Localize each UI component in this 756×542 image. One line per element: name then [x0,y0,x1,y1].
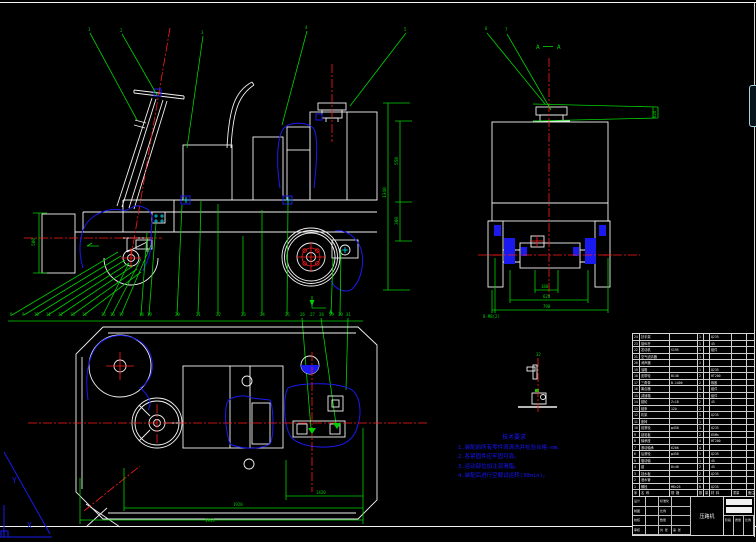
ucs-icon [0,452,52,537]
dimension-text: 550 [394,157,400,165]
dimension-text: A [557,44,561,51]
title-block: 设计标准化制图比例校核数量审核共 张第 张 压路机 阶段质量比例 [632,496,755,536]
balloon-number: 25 [285,312,290,317]
dimension-text: A [536,44,540,51]
drawing-title: 压路机 [691,497,724,535]
balloon-number: 20 [175,312,180,317]
cad-drawing-canvas: AAA50013405503008281806207988-M8(2)14201… [0,0,756,542]
balloon-number: 26 [300,312,305,317]
top-view [28,327,428,527]
side-view [8,28,406,429]
balloon-number: 5 [404,27,407,32]
company-name-bar [726,499,752,505]
dimension-text: 8-M8(2) [483,314,500,319]
title-block-cell: 制图 [633,507,646,517]
balloon-number: 24 [260,312,265,317]
title-block-cell [672,516,691,526]
balloon-number: 18 [139,312,144,317]
title-block-mini-cell: 阶段 [724,516,734,535]
dimension-text: 180 [541,284,549,289]
notes-title: 技术要求 [458,433,570,443]
title-block-cell: 校核 [633,516,646,526]
balloon-number: 1 [88,27,91,32]
dimension-text: 798 [543,304,551,309]
front-view [383,33,658,313]
balloon-number: 30 [338,312,343,317]
dimension-text: 828 [652,110,657,118]
dimension-text: 1340 [382,187,388,198]
title-block-cell [646,507,659,517]
balloon-number: 4 [305,25,308,30]
balloon-number: 32 [536,352,541,357]
dimension-text: 1920 [233,502,243,507]
title-block-cell: 审核 [633,526,646,536]
title-block-right: 阶段质量比例 [724,497,754,535]
dimension-text: 500 [31,238,37,246]
balloon-number: 29 [329,312,334,317]
bom-rows: 24扶手架1Q23523操纵杆14522发动机S1951组件21空气滤清器120… [633,334,754,490]
balloon-number: 16 [110,312,115,317]
balloon-number: 10 [34,312,39,317]
balloon-number: 14 [82,312,87,317]
balloon-number: 15 [101,312,106,317]
balloon-number: 17 [119,312,124,317]
balloon-number: 7 [505,27,508,32]
title-block-cell: 数量 [659,516,672,526]
balloon-number: 3 [201,30,204,35]
title-block-mini-cell: 比例 [744,516,754,535]
technical-notes: 技术要求 1.装配前所有零件须清洗并检验合格-mm。2.各紧固件应牢固可靠。3.… [458,433,570,482]
title-block-cell: 共 张 [659,526,672,536]
balloon-number: 22 [216,312,221,317]
title-block-mini-cells: 阶段质量比例 [724,515,754,535]
balloon-number: 23 [241,312,246,317]
dimension-text: Y [12,476,17,485]
drawing-number-bar [726,507,752,513]
title-block-cell: 设计 [633,497,646,507]
notes-lines: 1.装配前所有零件须清洗并检验合格-mm。2.各紧固件应牢固可靠。3.运动部位加… [458,444,570,482]
note-line: 1.装配前所有零件须清洗并检验合格-mm。 [458,444,570,454]
balloon-number: 6 [485,26,488,31]
title-block-cell [672,497,691,507]
balloon-number: 2 [120,28,123,33]
balloon-number: 21 [196,312,201,317]
note-line: 2.各紧固件应牢固可靠。 [458,453,570,463]
balloon-number: 28 [319,312,324,317]
balloon-number: 11 [46,312,51,317]
title-block-signature-grid: 设计 标准化制图 比例校核 数量审核 共 张第 张 [633,497,691,535]
dimension-text: 620 [543,294,551,299]
balloon-number: 13 [70,312,75,317]
vertical-scrollbar-thumb[interactable] [749,85,756,127]
balloon-number: 12 [58,312,63,317]
title-block-cell [646,516,659,526]
title-block-cell: 标准化 [659,497,672,507]
detail-view [518,358,557,414]
title-block-mini-cell: 质量 [734,516,744,535]
balloon-number: 27 [310,312,315,317]
bom-table: 24扶手架1Q23523操纵杆14522发动机S1951组件21空气滤清器120… [632,333,755,498]
dimension-text: X [27,521,32,530]
title-block-cell [646,526,659,536]
dimension-text: 1420 [316,490,326,495]
title-block-cell [646,497,659,507]
title-block-cell: 比例 [659,507,672,517]
title-block-cell [672,507,691,517]
balloon-number: 31 [346,312,351,317]
dimension-text: 1953 [205,518,215,523]
note-line: 4.装配后进行空载试运转(30min)。 [458,472,570,482]
note-line: 3.运动部位加注润滑脂。 [458,463,570,473]
balloon-number: 19 [147,312,152,317]
dimension-text: 300 [394,217,400,225]
title-block-cell: 第 张 [672,526,691,536]
